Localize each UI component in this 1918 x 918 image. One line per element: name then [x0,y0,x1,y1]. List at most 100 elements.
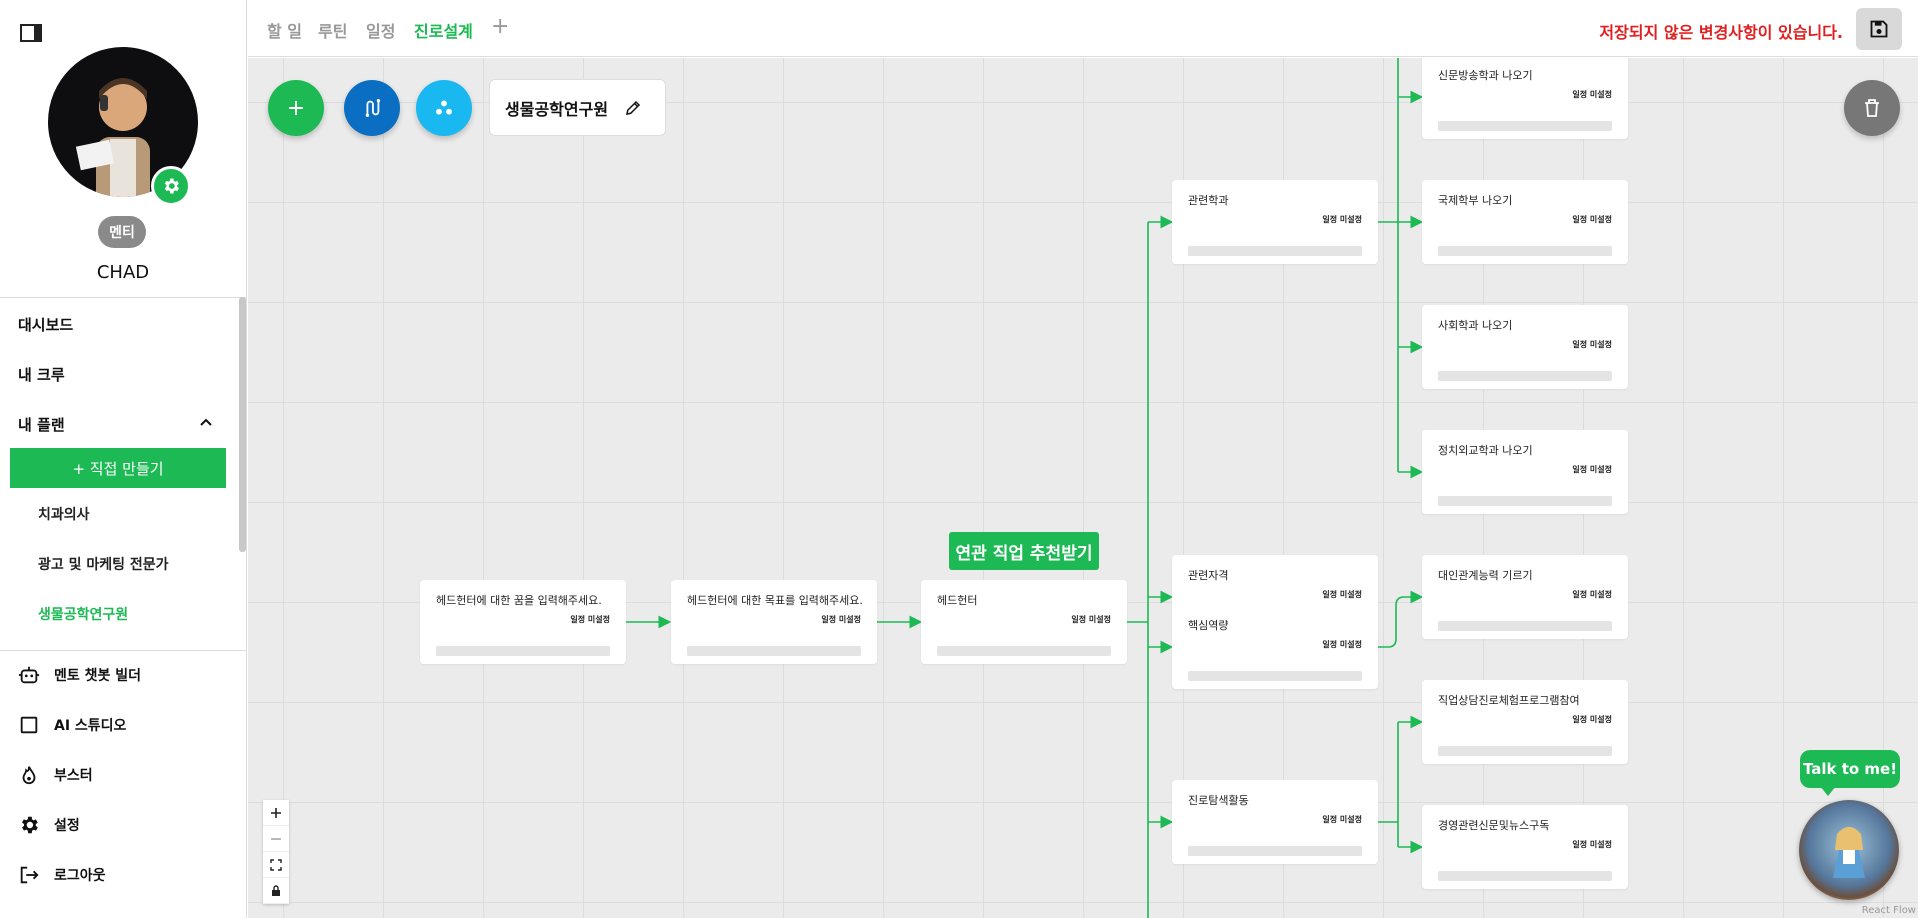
node-title: 대인관계능력 기르기 [1438,569,1533,582]
menu-my-plan[interactable]: 내 플랜 [18,414,65,435]
node-title: 사회학과 나오기 [1438,319,1513,332]
unsaved-warning: 저장되지 않은 변경사항이 있습니다. [1599,23,1843,42]
gear-icon [22,816,38,834]
flow-node-goal[interactable]: 헤드헌터에 대한 목표를 입력해주세요. 일정 미설정 [671,580,877,664]
square-icon [20,716,38,734]
flow-node-counseling-program[interactable]: 직업상담진로체험프로그램참여 일정 미설정 [1422,680,1628,764]
gear-icon [164,178,179,194]
top-bar: 할 일 루틴 일정 진로설계 + 저장되지 않은 변경사항이 있습니다. [248,0,1918,57]
flow-node-related-major[interactable]: 관련학과 일정 미설정 [1172,180,1378,264]
flow-node-politics[interactable]: 정치외교학과 나오기 일정 미설정 [1422,430,1628,514]
lock-button[interactable] [263,878,289,904]
menu-booster[interactable]: 부스터 [18,764,93,786]
flame-icon [22,766,36,785]
logout-icon [20,866,39,884]
zoom-controls [263,800,289,904]
sidebar: 멘티 CHAD 대시보드 내 크루 내 플랜 + 직접 만들기 치과의사 광고 … [0,0,247,918]
edit-icon[interactable] [624,99,642,117]
tab-routine[interactable]: 루틴 [318,18,347,42]
node-schedule: 일정 미설정 [1572,215,1612,224]
node-progress-bar [1438,871,1612,881]
flow-node-career-exploration[interactable]: 진로탐색활동 일정 미설정 [1172,780,1378,864]
plan-item[interactable]: 치과의사 [38,504,90,524]
fit-view-button[interactable] [263,852,289,878]
flow-node-cert-competency[interactable]: 관련자격 일정 미설정 핵심역량 일정 미설정 [1172,555,1378,689]
chatbot-bubble-tail [1820,786,1836,796]
menu-ai-studio[interactable]: AI 스튜디오 [18,714,126,736]
menu-settings[interactable]: 설정 [18,814,80,836]
trash-icon [1865,99,1879,117]
node-title: 헤드헌터에 대한 꿈을 입력해주세요. [436,594,602,607]
flow-node-sociology[interactable]: 사회학과 나오기 일정 미설정 [1422,305,1628,389]
node-progress-bar [1438,496,1612,506]
node-schedule: 일정 미설정 [1572,465,1612,474]
avatar-settings-button[interactable] [151,166,191,206]
react-flow-attribution[interactable]: React Flow [1862,905,1916,916]
node-schedule: 일정 미설정 [1071,615,1111,624]
tab-todo[interactable]: 할 일 [267,18,302,42]
plan-item[interactable]: 광고 및 마케팅 전문가 [38,554,169,574]
node-title: 헤드헌터 [937,594,978,607]
menu-dashboard[interactable]: 대시보드 [18,314,73,335]
menu-my-crew[interactable]: 내 크루 [18,364,65,385]
sidebar-toggle-icon[interactable] [20,24,42,42]
plan-item-active[interactable]: 생물공학연구원 [38,604,128,624]
plus-icon [289,101,303,115]
node-progress-bar [1438,371,1612,381]
flow-node-journalism[interactable]: 신문방송학과 나오기 일정 미설정 [1422,58,1628,139]
recommend-jobs-button[interactable]: 연관 직업 추천받기 [949,532,1099,570]
chevron-up-icon[interactable] [198,414,214,430]
route-button[interactable] [344,80,400,136]
node-schedule: 일정 미설정 [1572,590,1612,599]
add-tab-button[interactable]: + [491,14,509,39]
zoom-out-button[interactable] [263,826,289,852]
flow-node-dream[interactable]: 헤드헌터에 대한 꿈을 입력해주세요. 일정 미설정 [420,580,626,664]
flow-canvas[interactable]: 생물공학연구원 헤드헌터에 대한 꿈을 입력해주세요. 일정 미설정 헤드헌터에… [248,58,1918,918]
minus-icon [271,837,281,840]
save-icon [1870,20,1888,38]
user-name: CHAD [96,262,150,283]
node-schedule: 일정 미설정 [570,615,610,624]
node-schedule: 일정 미설정 [1572,715,1612,724]
create-plan-button[interactable]: + 직접 만들기 [10,448,226,488]
node-schedule: 일정 미설정 [1322,590,1362,599]
fit-view-icon [270,858,282,871]
save-button[interactable] [1856,8,1902,50]
menu-label: 멘토 챗봇 빌더 [54,668,142,684]
node-progress-bar [1438,121,1612,131]
delete-button[interactable] [1844,80,1900,136]
tab-career-design[interactable]: 진로설계 [414,18,473,42]
flow-node-business-news[interactable]: 경영관련신문및뉴스구독 일정 미설정 [1422,805,1628,889]
node-title: 관련학과 [1188,194,1229,207]
menu-label: 설정 [54,818,80,834]
menu-label: 부스터 [54,768,93,784]
node-schedule: 일정 미설정 [1572,840,1612,849]
node-title: 국제학부 나오기 [1438,194,1513,207]
chatbot-bubble[interactable]: Talk to me! [1800,750,1900,788]
node-progress-bar [1188,246,1362,256]
node-progress-bar [436,646,610,656]
menu-mentor-bot[interactable]: 멘토 챗봇 빌더 [18,664,141,686]
node-schedule: 일정 미설정 [1572,90,1612,99]
flow-node-interpersonal[interactable]: 대인관계능력 기르기 일정 미설정 [1422,555,1628,639]
node-title: 헤드헌터에 대한 목표를 입력해주세요. [687,594,863,607]
menu-logout[interactable]: 로그아웃 [18,864,106,886]
flow-node-job[interactable]: 헤드헌터 일정 미설정 [921,580,1127,664]
sidebar-scrollbar[interactable] [239,297,246,552]
zoom-in-button[interactable] [263,800,289,826]
chatbot-avatar[interactable] [1799,800,1899,900]
group-button[interactable] [416,80,472,136]
flow-node-international[interactable]: 국제학부 나오기 일정 미설정 [1422,180,1628,264]
divider [0,297,246,298]
node-progress-bar [937,646,1111,656]
node-title: 신문방송학과 나오기 [1438,69,1533,82]
node-progress-bar [1438,621,1612,631]
menu-label: AI 스튜디오 [54,718,127,734]
node-schedule: 일정 미설정 [1322,215,1362,224]
tab-schedule[interactable]: 일정 [366,18,395,42]
add-node-button[interactable] [268,80,324,136]
node-progress-bar [1188,671,1362,681]
node-progress-bar [1438,746,1612,756]
flow-edges [624,58,1424,918]
plus-icon [271,807,281,818]
